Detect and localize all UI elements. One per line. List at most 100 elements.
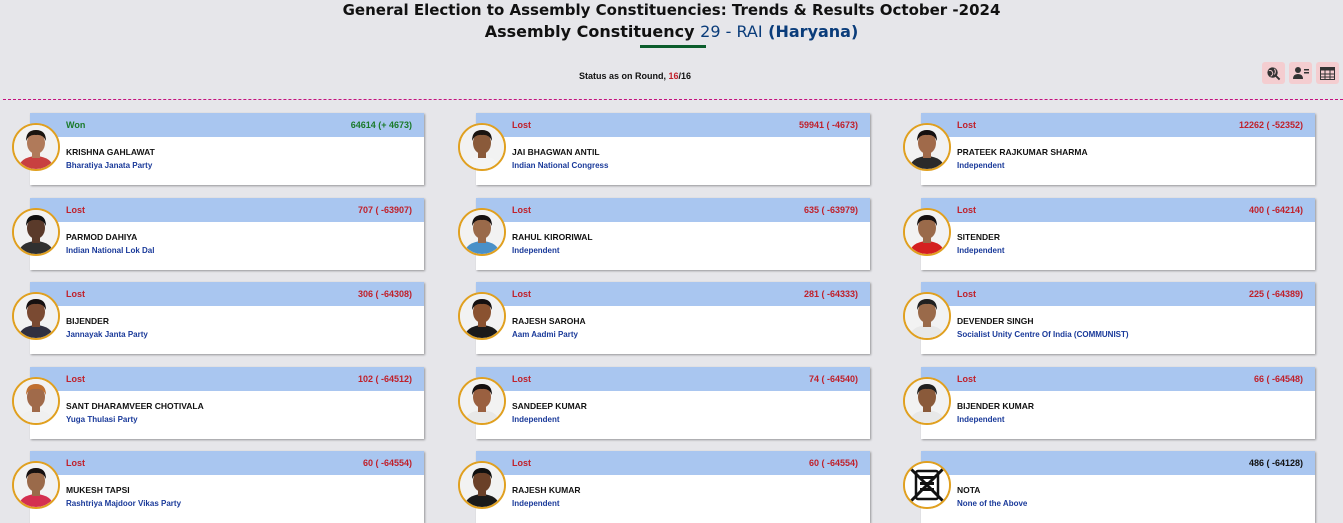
candidate-card[interactable]: Lost 60 ( -64554) RAJESH KUMAR Independent <box>458 451 870 523</box>
avatar <box>12 123 60 171</box>
candidate-card[interactable]: Lost 59941 ( -4673) JAI BHAGWAN ANTIL India… <box>458 113 870 185</box>
avatar <box>903 208 951 256</box>
candidate-header-bar: Lost 60 ( -64554) <box>476 451 870 475</box>
candidate-name: KRISHNA GAHLAWAT <box>66 147 155 157</box>
round-status: Status as on Round, 16/16 <box>0 71 1270 81</box>
candidate-card[interactable]: Lost 102 ( -64512) SANT DHARAMVEER CHOTIVA… <box>12 367 424 439</box>
candidate-name: JAI BHAGWAN ANTIL <box>512 147 600 157</box>
candidate-photo <box>905 294 949 338</box>
candidate-header-bar: Lost 74 ( -64540) <box>476 367 870 391</box>
party-name: Independent <box>957 161 1005 170</box>
candidate-panel: Lost 281 ( -64333) RAJESH SAROHA Aam Aadmi … <box>476 282 870 354</box>
nota-icon <box>905 463 949 507</box>
result-status: Lost <box>957 120 976 130</box>
vote-count: 102 ( -64512) <box>357 374 412 384</box>
constituency-number: 29 - RAI <box>700 22 763 41</box>
party-name: Independent <box>512 499 560 508</box>
vote-count: 60 ( -64554) <box>362 458 412 468</box>
candidate-card[interactable]: Lost 635 ( -63979) RAHUL KIRORIWAL Independ… <box>458 198 870 270</box>
result-status: Lost <box>66 289 85 299</box>
avatar <box>458 461 506 509</box>
candidate-name: SANT DHARAMVEER CHOTIVALA <box>66 401 204 411</box>
candidate-list-button[interactable] <box>1289 62 1312 84</box>
total-rounds: 16 <box>681 71 692 81</box>
vote-count: 12262 ( -52352) <box>1238 120 1303 130</box>
page-header: General Election to Assembly Constituenc… <box>0 0 1343 44</box>
candidate-header-bar: Lost 59941 ( -4673) <box>476 113 870 137</box>
candidate-card[interactable]: Lost 306 ( -64308) BIJENDER Jannayak Janta … <box>12 282 424 354</box>
party-name: Aam Aadmi Party <box>512 330 578 339</box>
candidate-name: BIJENDER <box>66 316 109 326</box>
candidate-card[interactable]: Won 64614 (+ 4673) KRISHNA GAHLAWAT Bharati… <box>12 113 424 185</box>
candidate-card[interactable]: Lost 400 ( -64214) SITENDER Independent <box>903 198 1315 270</box>
party-name: Socialist Unity Centre Of India (COMMUNI… <box>957 330 1129 339</box>
vote-count: 635 ( -63979) <box>803 205 858 215</box>
constituency-state: (Haryana) <box>768 22 859 41</box>
candidate-header-bar: Lost 12262 ( -52352) <box>921 113 1315 137</box>
globe-search-button[interactable] <box>1262 62 1285 84</box>
avatar <box>903 461 951 509</box>
candidate-card[interactable]: Lost 281 ( -64333) RAJESH SAROHA Aam Aadmi … <box>458 282 870 354</box>
candidate-photo <box>460 210 504 254</box>
avatar <box>903 123 951 171</box>
candidate-panel: Lost 102 ( -64512) SANT DHARAMVEER CHOTIVA… <box>30 367 424 439</box>
candidate-panel: Lost 59941 ( -4673) JAI BHAGWAN ANTIL India… <box>476 113 870 185</box>
avatar <box>12 377 60 425</box>
candidate-header-bar: 486 ( -64128) <box>921 451 1315 475</box>
globe-search-icon <box>1267 66 1281 80</box>
candidate-header-bar: Lost 60 ( -64554) <box>30 451 424 475</box>
candidate-card[interactable]: Lost 12262 ( -52352) PRATEEK RAJKUMAR SHAR… <box>903 113 1315 185</box>
party-name: Independent <box>512 415 560 424</box>
candidate-card[interactable]: 486 ( -64128) NOTA None of the Above <box>903 451 1315 523</box>
constituency-heading: Assembly Constituency 29 - RAI (Haryana) <box>0 20 1343 44</box>
result-status: Lost <box>957 205 976 215</box>
result-status: Lost <box>512 374 531 384</box>
candidate-photo <box>14 463 58 507</box>
candidate-photo <box>905 210 949 254</box>
candidate-panel: Lost 12262 ( -52352) PRATEEK RAJKUMAR SHAR… <box>921 113 1315 185</box>
vote-count: 225 ( -64389) <box>1248 289 1303 299</box>
result-status: Won <box>66 120 86 130</box>
candidate-list-icon <box>1292 67 1309 79</box>
candidate-panel: Lost 707 ( -63907) PARMOD DAHIYA Indian Nat… <box>30 198 424 270</box>
candidate-header-bar: Lost 225 ( -64389) <box>921 282 1315 306</box>
avatar <box>458 377 506 425</box>
party-name: Independent <box>957 246 1005 255</box>
candidate-header-bar: Lost 281 ( -64333) <box>476 282 870 306</box>
candidate-photo <box>14 125 58 169</box>
vote-count: 64614 (+ 4673) <box>350 120 412 130</box>
vote-count: 486 ( -64128) <box>1248 458 1303 468</box>
candidate-name: RAJESH SAROHA <box>512 316 586 326</box>
page-title: General Election to Assembly Constituenc… <box>342 1 1001 19</box>
candidate-photo <box>460 463 504 507</box>
candidate-name: BIJENDER KUMAR <box>957 401 1034 411</box>
result-status: Lost <box>512 120 531 130</box>
candidate-photo <box>14 294 58 338</box>
candidate-panel: Lost 400 ( -64214) SITENDER Independent <box>921 198 1315 270</box>
candidate-card[interactable]: Lost 74 ( -64540) SANDEEP KUMAR Independent <box>458 367 870 439</box>
vote-count: 306 ( -64308) <box>357 289 412 299</box>
candidate-name: MUKESH TAPSI <box>66 485 130 495</box>
result-status: Lost <box>66 205 85 215</box>
candidate-name: SANDEEP KUMAR <box>512 401 587 411</box>
vote-count: 707 ( -63907) <box>357 205 412 215</box>
candidate-name: DEVENDER SINGH <box>957 316 1034 326</box>
constituency-label: Assembly Constituency <box>484 22 695 41</box>
party-name: Independent <box>957 415 1005 424</box>
current-round: 16 <box>668 71 679 81</box>
candidate-card[interactable]: Lost 225 ( -64389) DEVENDER SINGH Socialist… <box>903 282 1315 354</box>
candidate-card[interactable]: Lost 66 ( -64548) BIJENDER KUMAR Independen… <box>903 367 1315 439</box>
result-status: Lost <box>66 458 85 468</box>
result-status: Lost <box>512 289 531 299</box>
avatar <box>12 292 60 340</box>
candidate-card[interactable]: Lost 60 ( -64554) MUKESH TAPSI Rashtriya Ma… <box>12 451 424 523</box>
vote-count: 60 ( -64554) <box>808 458 858 468</box>
section-divider <box>3 99 1343 100</box>
candidate-header-bar: Lost 400 ( -64214) <box>921 198 1315 222</box>
candidate-name: PARMOD DAHIYA <box>66 232 138 242</box>
table-view-button[interactable] <box>1316 62 1339 84</box>
candidate-panel: Lost 306 ( -64308) BIJENDER Jannayak Janta … <box>30 282 424 354</box>
candidate-card[interactable]: Lost 707 ( -63907) PARMOD DAHIYA Indian Nat… <box>12 198 424 270</box>
candidate-name: RAHUL KIRORIWAL <box>512 232 593 242</box>
candidate-photo <box>14 379 58 423</box>
